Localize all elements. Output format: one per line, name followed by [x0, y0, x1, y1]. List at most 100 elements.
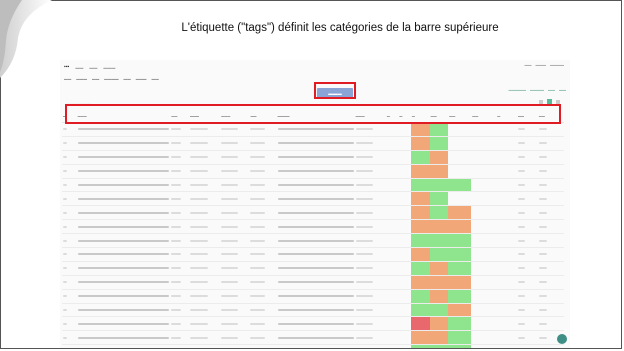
table-row[interactable] — [62, 261, 564, 276]
table-cell — [189, 219, 221, 235]
cell-text-placeholder — [190, 295, 208, 298]
cell-text-placeholder — [355, 267, 374, 270]
cell-text-placeholder — [190, 170, 208, 173]
table-row[interactable] — [62, 303, 564, 318]
cell-text-placeholder — [171, 225, 182, 228]
cell-text-placeholder — [518, 156, 525, 159]
table-cell — [220, 164, 250, 179]
cell-text-placeholder — [518, 211, 525, 214]
table-cell — [385, 219, 399, 235]
cell-text-placeholder — [190, 239, 208, 242]
view-option[interactable]: ▬▬▬▬ — [530, 88, 544, 92]
tag-item[interactable]: ▬▬ — [92, 77, 99, 81]
cell-text-placeholder — [250, 170, 266, 173]
table-cell — [170, 289, 190, 304]
tag-item[interactable]: ▬▬▬ — [76, 77, 87, 81]
table-cell — [517, 316, 538, 332]
table-row[interactable] — [62, 164, 564, 179]
table-cell — [170, 316, 190, 332]
settings-menu[interactable]: ▬▬▬ — [536, 63, 547, 67]
status-cell — [398, 233, 411, 249]
table-row[interactable] — [62, 247, 564, 262]
tag-item[interactable]: ▬▬ — [124, 77, 131, 81]
status-cell — [429, 150, 449, 165]
table-cell — [385, 122, 399, 137]
tag-item[interactable]: ▬▬ — [152, 77, 159, 81]
table-row[interactable] — [62, 275, 564, 290]
list-view-icon[interactable] — [539, 99, 543, 104]
table-cell — [189, 247, 221, 262]
tag-item[interactable]: ▬▬▬ — [136, 77, 147, 81]
status-cell — [496, 191, 518, 207]
cell-text-placeholder — [63, 322, 68, 325]
status-cell — [448, 275, 472, 290]
table-row[interactable] — [62, 205, 564, 221]
cell-text-placeholder — [221, 239, 238, 242]
cell-text-placeholder — [221, 197, 238, 200]
cell-text-placeholder — [277, 142, 354, 145]
status-cell — [398, 178, 411, 193]
tag-item[interactable]: ▬▬ — [64, 77, 71, 81]
cell-text-placeholder — [250, 142, 266, 145]
cell-text-placeholder — [250, 128, 266, 131]
cell-text-placeholder — [355, 281, 374, 284]
status-cell — [398, 261, 411, 276]
table-cell — [76, 219, 171, 235]
table-row[interactable] — [62, 178, 564, 193]
status-cell — [410, 275, 430, 290]
table-cell — [249, 191, 277, 207]
cell-text-placeholder — [538, 295, 548, 298]
status-cell — [398, 330, 411, 346]
cell-text-placeholder — [250, 225, 266, 228]
cell-text-placeholder — [277, 239, 354, 242]
menu-item[interactable]: ▬▬ — [89, 65, 97, 70]
status-cell — [448, 247, 472, 262]
table-cell — [385, 330, 399, 346]
cell-text-placeholder — [171, 239, 182, 242]
tag-item[interactable]: ▬▬▬▬ — [104, 77, 118, 81]
table-row[interactable] — [62, 330, 564, 346]
status-cell — [429, 122, 449, 137]
table-row[interactable] — [62, 219, 564, 235]
table-cell — [220, 150, 250, 165]
table-cell — [354, 344, 386, 348]
table-row[interactable] — [62, 344, 564, 348]
table-cell — [276, 191, 355, 207]
table-cell — [170, 191, 190, 207]
kanban-view-icon[interactable] — [556, 99, 560, 104]
table-cell — [276, 316, 355, 332]
status-cell — [398, 344, 411, 348]
cell-text-placeholder — [77, 197, 170, 200]
view-option[interactable]: ▬▬ — [548, 88, 555, 92]
table-cell — [189, 233, 221, 249]
cell-text-placeholder — [77, 309, 170, 312]
table-cell — [249, 150, 277, 165]
view-option[interactable]: ▬▬ — [559, 88, 566, 92]
table-row[interactable] — [62, 191, 564, 207]
table-cell — [220, 316, 250, 332]
menu-item[interactable]: ▬▬▬ — [103, 65, 115, 70]
table-row[interactable] — [62, 233, 564, 249]
table-row[interactable] — [62, 122, 564, 137]
table-row[interactable] — [62, 150, 564, 165]
menu-item[interactable]: ▬▬ — [75, 65, 83, 70]
table-cell — [170, 205, 190, 221]
user-menu[interactable]: ▬▬ — [525, 63, 532, 67]
account-menu[interactable]: ▬▬▬▬ — [550, 63, 564, 67]
cell-text-placeholder — [190, 322, 208, 325]
cell-text-placeholder — [221, 211, 238, 214]
table-row[interactable] — [62, 316, 564, 332]
status-cell — [410, 261, 430, 276]
table-cell — [249, 261, 277, 276]
table-cell — [517, 150, 538, 165]
table-row[interactable] — [62, 289, 564, 304]
add-record-button[interactable] — [557, 334, 567, 344]
cell-text-placeholder — [277, 170, 354, 173]
cell-text-placeholder — [221, 184, 238, 186]
view-option[interactable]: ▬▬▬▬▬ — [509, 88, 527, 92]
status-cell — [448, 344, 472, 348]
table-row[interactable] — [62, 136, 564, 151]
cell-text-placeholder — [250, 336, 266, 339]
status-cell — [410, 289, 430, 304]
cell-text-placeholder — [77, 253, 170, 256]
